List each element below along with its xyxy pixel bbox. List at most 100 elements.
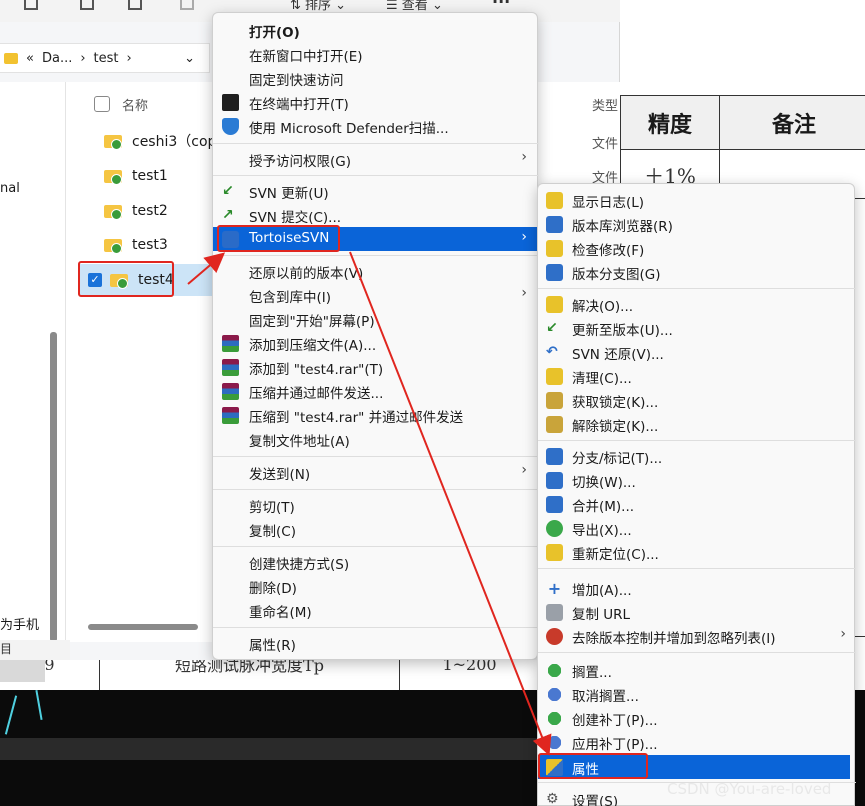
menu-item-properties[interactable]: 属性(R) [213,631,539,655]
submenu-item-get-lock[interactable]: 获取锁定(K)... [538,388,856,412]
menu-separator [538,440,856,441]
chevron-right-icon: › [521,462,527,478]
menu-item-svn-update[interactable]: ↙ SVN 更新(U) [213,179,539,203]
toolbar-icon[interactable] [128,0,142,10]
horizontal-scrollbar[interactable] [88,624,198,630]
copy-url-icon [546,604,563,621]
submenu-item-release-lock[interactable]: 解除锁定(K)... [538,412,856,436]
branch-icon [546,448,563,465]
submenu-item-copy-url[interactable]: 复制 URL [538,600,856,624]
annotation-box-properties [538,753,648,779]
nav-item-label[interactable]: nal [0,181,20,196]
submenu-item-update-to-revision[interactable]: ↙ 更新至版本(U)... [538,316,856,340]
menu-item-cut[interactable]: 剪切(T) [213,493,539,517]
menu-item-send-to[interactable]: 发送到(N) › [213,460,539,484]
menu-item-defender-scan[interactable]: 使用 Microsoft Defender扫描... [213,114,539,138]
submenu-item-resolve[interactable]: 解决(O)... [538,292,856,316]
menu-item-compress-rar-email[interactable]: 压缩到 "test4.rar" 并通过邮件发送 [213,403,539,427]
menu-item-delete[interactable]: 删除(D) [213,574,539,598]
column-header-type[interactable]: 类型 [592,95,618,114]
submenu-item-relocate[interactable]: 重新定位(C)... [538,540,856,564]
submenu-item-cleanup[interactable]: 清理(C)... [538,364,856,388]
breadcrumb-item[interactable]: test [94,51,119,66]
add-icon: + [547,579,562,598]
resolve-icon [546,296,563,313]
lock-icon [546,392,563,409]
menu-item-open-terminal[interactable]: 在终端中打开(T) [213,90,539,114]
breadcrumb-overflow[interactable]: « [26,51,34,66]
menu-item-copy-path[interactable]: 复制文件地址(A) [213,427,539,451]
doc-precision-header: 精度 [647,111,692,138]
menu-item-copy[interactable]: 复制(C) [213,517,539,541]
menu-item-add-rar[interactable]: 添加到 "test4.rar"(T) [213,355,539,379]
menu-item-include-library[interactable]: 包含到库中(I) › [213,283,539,307]
submenu-item-apply-patch[interactable]: 应用补丁(P)... [538,730,856,754]
submenu-item-show-log[interactable]: 显示日志(L) [538,188,856,212]
menu-item-pin-quick-access[interactable]: 固定到快速访问 [213,66,539,90]
breadcrumb-item[interactable]: Da... [42,51,72,66]
menu-item-open-new-window[interactable]: 在新窗口中打开(E) [213,42,539,66]
menu-item-pin-start[interactable]: 固定到"开始"屏幕(P) [213,307,539,331]
view-button[interactable]: ☰ 查看 ⌄ [386,0,443,13]
annotation-box-test4 [78,261,174,297]
svn-folder-icon [104,168,124,185]
log-icon [546,192,563,209]
cleanup-icon [546,368,563,385]
menu-separator [213,175,539,176]
file-row-test2[interactable]: test2 [104,195,168,227]
toolbar-icon[interactable] [180,0,194,10]
submenu-item-shelve[interactable]: 搁置... [538,658,856,682]
submenu-item-delete-ignore[interactable]: 去除版本控制并增加到忽略列表(I) › [538,624,856,648]
shelve-icon [546,662,563,679]
submenu-item-branch-tag[interactable]: 分支/标记(T)... [538,444,856,468]
menu-separator [213,255,539,256]
menu-item-svn-commit[interactable]: ↗ SVN 提交(C)... [213,203,539,227]
file-row-test3[interactable]: test3 [104,229,168,261]
switch-icon [546,472,563,489]
submenu-item-revision-graph[interactable]: 版本分支图(G) [538,260,856,284]
svn-folder-icon [104,237,124,254]
more-options-button[interactable]: ··· [492,0,510,11]
file-row-ceshi3[interactable]: ceshi3（copy [104,125,225,157]
menu-item-grant-access[interactable]: 授予访问权限(G) › [213,147,539,171]
chevron-right-icon: › [521,229,527,245]
address-bar[interactable]: « Da... › test › ⌄ [0,43,210,73]
submenu-item-unshelve[interactable]: 取消搁置... [538,682,856,706]
winrar-icon [222,359,239,376]
submenu-item-merge[interactable]: 合并(M)... [538,492,856,516]
submenu-item-svn-revert[interactable]: ↶ SVN 还原(V)... [538,340,856,364]
submenu-item-add[interactable]: + 增加(A)... [538,576,856,600]
menu-item-restore-previous[interactable]: 还原以前的版本(V) [213,259,539,283]
submenu-item-export[interactable]: 导出(X)... [538,516,856,540]
file-row-test1[interactable]: test1 [104,160,168,192]
doc-table-header-notes: 备注 [719,95,865,150]
nav-scrollbar[interactable] [50,332,57,642]
select-all-checkbox[interactable] [94,96,110,112]
navigation-pane: nal 为手机 [0,82,66,682]
chevron-right-icon: › [521,149,527,165]
file-name: test2 [132,203,168,219]
sort-button[interactable]: ⇅ 排序 ⌄ [290,0,346,13]
doc-notes-header: 备注 [771,111,816,138]
menu-separator [538,288,856,289]
menu-item-open[interactable]: 打开(O) [213,18,539,42]
breadcrumb-separator: › [126,50,132,66]
terminal-icon [222,94,239,111]
submenu-item-create-patch[interactable]: 创建补丁(P)... [538,706,856,730]
nav-item-label[interactable]: 为手机 [0,614,39,633]
menu-item-compress-email[interactable]: 压缩并通过邮件发送... [213,379,539,403]
unshelve-icon [546,686,563,703]
defender-shield-icon [222,118,239,135]
submenu-item-switch[interactable]: 切换(W)... [538,468,856,492]
menu-item-create-shortcut[interactable]: 创建快捷方式(S) [213,550,539,574]
chevron-down-icon[interactable]: ⌄ [184,51,195,66]
menu-item-rename[interactable]: 重命名(M) [213,598,539,622]
column-header-name[interactable]: 名称 [122,95,148,114]
toolbar-icon[interactable] [24,0,38,10]
status-bar: 目 [0,640,70,660]
submenu-item-check-modifications[interactable]: 检查修改(F) [538,236,856,260]
toolbar-icon[interactable] [80,0,94,10]
menu-item-add-archive[interactable]: 添加到压缩文件(A)... [213,331,539,355]
settings-icon: ⚙ [546,791,559,806]
submenu-item-repo-browser[interactable]: 版本库浏览器(R) [538,212,856,236]
